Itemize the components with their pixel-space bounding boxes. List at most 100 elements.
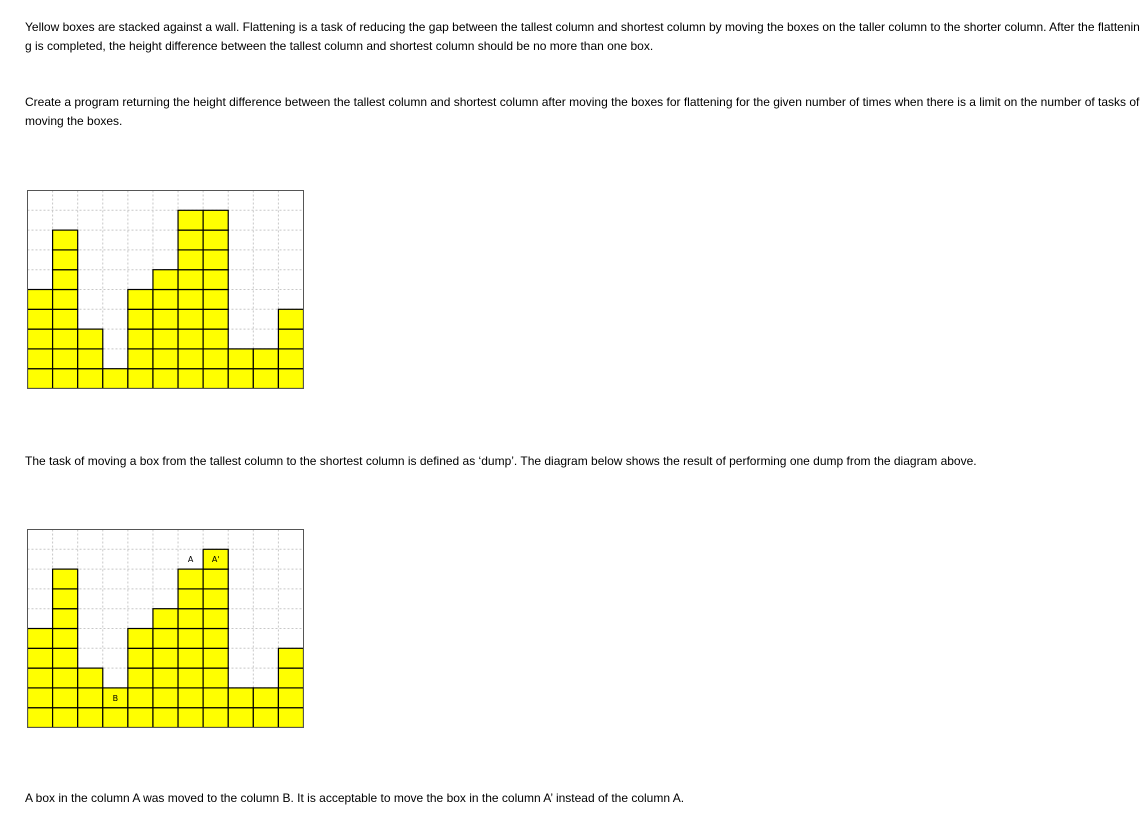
box-col-9-row-1 <box>252 687 280 709</box>
box-col-0-row-0 <box>27 368 54 389</box>
dump-note-paragraph: A box in the column A was moved to the c… <box>25 791 685 805</box>
box-col-6-row-4 <box>177 288 204 310</box>
box-col-1-row-5 <box>51 608 79 630</box>
box-col-1-row-6 <box>51 588 79 610</box>
box-stack-diagram-initial <box>27 190 304 389</box>
box-col-4-row-4 <box>127 627 154 649</box>
box-col-8-row-1 <box>227 687 254 709</box>
box-col-9-row-0 <box>252 707 280 728</box>
task-paragraph: Create a program returning the height di… <box>25 95 1140 128</box>
box-col-0-row-3 <box>27 647 54 669</box>
box-stack-svg-initial <box>27 190 304 389</box>
box-col-10-row-0 <box>277 368 304 389</box>
box-stack-diagram-after-dump: A A' B <box>27 529 304 728</box>
box-col-10-row-2 <box>277 328 304 350</box>
box-col-0-row-1 <box>27 348 54 370</box>
box-col-10-row-0 <box>277 707 304 728</box>
box-col-5-row-0 <box>152 368 179 389</box>
box-col-7-row-2 <box>202 328 229 350</box>
box-col-9-row-0 <box>252 368 280 389</box>
box-col-10-row-3 <box>277 308 304 330</box>
box-col-2-row-0 <box>77 707 104 728</box>
dump-definition-paragraph: The task of moving a box from the talles… <box>25 454 977 468</box>
box-col-7-row-1 <box>202 687 229 709</box>
box-col-7-row-5 <box>202 269 229 291</box>
box-col-7-row-4 <box>202 627 229 649</box>
box-col-5-row-4 <box>152 627 179 649</box>
box-col-7-row-6 <box>202 588 229 610</box>
box-col-1-row-0 <box>51 707 79 728</box>
box-col-0-row-0 <box>27 707 54 728</box>
box-col-8-row-1 <box>227 348 254 370</box>
box-col-6-row-0 <box>177 707 204 728</box>
box-col-4-row-1 <box>127 348 154 370</box>
box-col-5-row-2 <box>152 328 179 350</box>
box-col-5-row-1 <box>152 348 179 370</box>
column-label-a: A <box>188 555 194 564</box>
box-col-7-row-3 <box>202 647 229 669</box>
box-col-4-row-3 <box>127 647 154 669</box>
box-col-4-row-2 <box>127 328 154 350</box>
box-col-1-row-2 <box>51 328 79 350</box>
box-col-2-row-2 <box>77 667 104 689</box>
box-col-1-row-0 <box>51 368 79 389</box>
box-col-7-row-8 <box>202 209 229 231</box>
box-col-0-row-4 <box>27 627 54 649</box>
box-col-6-row-2 <box>177 328 204 350</box>
box-col-7-row-4 <box>202 288 229 310</box>
box-col-6-row-8 <box>177 209 204 231</box>
box-col-10-row-1 <box>277 348 304 370</box>
box-col-1-row-7 <box>51 568 79 590</box>
box-col-0-row-2 <box>27 667 54 689</box>
box-col-1-row-6 <box>51 249 79 271</box>
box-col-2-row-1 <box>77 687 104 709</box>
box-col-6-row-7 <box>177 229 204 251</box>
box-col-4-row-0 <box>127 707 154 728</box>
box-col-6-row-5 <box>177 269 204 291</box>
box-col-5-row-3 <box>152 647 179 669</box>
box-col-10-row-3 <box>277 647 304 669</box>
box-col-1-row-1 <box>51 348 79 370</box>
box-col-10-row-1 <box>277 687 304 709</box>
box-col-6-row-3 <box>177 647 204 669</box>
box-col-3-row-0 <box>102 368 129 389</box>
box-col-3-row-0 <box>102 707 129 728</box>
column-label-b: B <box>113 694 119 703</box>
box-col-9-row-1 <box>252 348 280 370</box>
box-col-5-row-1 <box>152 687 179 709</box>
box-col-6-row-6 <box>177 588 204 610</box>
box-col-2-row-1 <box>77 348 104 370</box>
box-col-7-row-0 <box>202 707 229 728</box>
box-col-8-row-0 <box>227 707 254 728</box>
box-col-7-row-0 <box>202 368 229 389</box>
box-col-5-row-5 <box>152 608 179 630</box>
box-col-4-row-0 <box>127 368 154 389</box>
box-col-5-row-4 <box>152 288 179 310</box>
box-col-6-row-3 <box>177 308 204 330</box>
box-col-6-row-1 <box>177 348 204 370</box>
box-col-0-row-3 <box>27 308 54 330</box>
box-col-1-row-7 <box>51 229 79 251</box>
box-col-2-row-2 <box>77 328 104 350</box>
box-col-5-row-3 <box>152 308 179 330</box>
box-col-1-row-1 <box>51 687 79 709</box>
box-col-4-row-4 <box>127 288 154 310</box>
box-col-1-row-3 <box>51 308 79 330</box>
box-col-0-row-4 <box>27 288 54 310</box>
box-col-5-row-2 <box>152 667 179 689</box>
box-col-0-row-2 <box>27 328 54 350</box>
box-col-6-row-6 <box>177 249 204 271</box>
box-col-1-row-3 <box>51 647 79 669</box>
box-col-7-row-7 <box>202 568 229 590</box>
box-col-1-row-4 <box>51 627 79 649</box>
box-col-1-row-2 <box>51 667 79 689</box>
box-col-6-row-1 <box>177 687 204 709</box>
box-col-6-row-5 <box>177 608 204 630</box>
box-col-4-row-1 <box>127 687 154 709</box>
box-col-4-row-3 <box>127 308 154 330</box>
box-col-4-row-2 <box>127 667 154 689</box>
box-col-5-row-5 <box>152 269 179 291</box>
intro-paragraph: Yellow boxes are stacked against a wall.… <box>25 20 1140 53</box>
box-col-7-row-5 <box>202 608 229 630</box>
box-stack-svg-after-dump: A A' B <box>27 529 304 728</box>
